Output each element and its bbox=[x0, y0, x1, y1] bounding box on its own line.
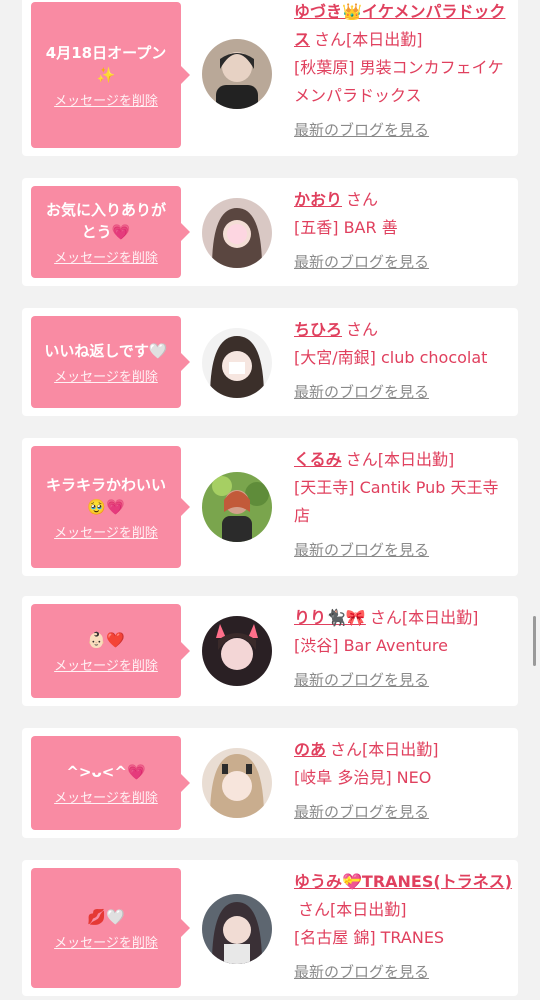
name-link[interactable]: ちひろ bbox=[294, 320, 342, 339]
message-bubble: 4月18日オープン✨ メッセージを削除 bbox=[31, 2, 190, 148]
shift-badge: [本日出勤] bbox=[377, 450, 455, 469]
honorific: さん bbox=[298, 900, 331, 919]
name-link[interactable]: りり🐈‍⬛🎀 bbox=[294, 608, 366, 627]
blog-link[interactable]: 最新のブログを見る bbox=[294, 116, 514, 144]
shift-badge: [本日出勤] bbox=[330, 900, 407, 919]
delete-message-link[interactable]: メッセージを削除 bbox=[54, 655, 158, 674]
name-link[interactable]: ゆうみ💝TRANES(トラネス) bbox=[294, 872, 512, 891]
delete-message-link[interactable]: メッセージを削除 bbox=[54, 247, 158, 266]
blog-link[interactable]: 最新のブログを見る bbox=[294, 798, 514, 826]
shop-label: [岐阜 多治見] NEO bbox=[294, 768, 432, 787]
message-card: ^>ᴗ<^💗 メッセージを削除 のあ さん[本日出勤] [岐阜 多治見] NEO … bbox=[22, 728, 518, 838]
honorific: さん bbox=[346, 190, 379, 209]
message-text: キラキラかわいい🥹💗 bbox=[45, 475, 166, 516]
delete-message-link[interactable]: メッセージを削除 bbox=[54, 90, 158, 109]
message-bubble: ^>ᴗ<^💗 メッセージを削除 bbox=[31, 736, 190, 830]
avatar[interactable] bbox=[202, 616, 272, 686]
shop-label: [名古屋 錦] TRANES bbox=[294, 928, 445, 947]
honorific: さん bbox=[330, 740, 363, 759]
info-block: ちひろ さん [大宮/南銀] club chocolat 最新のブログを見る bbox=[294, 316, 514, 406]
honorific: さん bbox=[346, 320, 379, 339]
info-block: くるみ さん[本日出勤] [天王寺] Cantik Pub 天王寺店 最新のブログ… bbox=[294, 446, 514, 564]
shift-badge: [本日出勤] bbox=[346, 30, 423, 49]
blog-link[interactable]: 最新のブログを見る bbox=[294, 958, 514, 986]
scrollbar[interactable] bbox=[533, 616, 536, 666]
info-block: ゆうみ💝TRANES(トラネス)さん[本日出勤] [名古屋 錦] TRANES … bbox=[294, 868, 514, 986]
avatar[interactable] bbox=[202, 198, 272, 268]
shop-label: [五香] BAR 善 bbox=[294, 218, 398, 237]
avatar[interactable] bbox=[202, 894, 272, 964]
info-block: ゆづき👑イケメンパラドックス さん[本日出勤] [秋葉原] 男装コンカフェイケメン… bbox=[294, 0, 514, 144]
shop-label: [秋葉原] 男装コンカフェイケメンパラドックス bbox=[294, 58, 504, 105]
blog-link[interactable]: 最新のブログを見る bbox=[294, 666, 514, 694]
shop-label: [大宮/南銀] club chocolat bbox=[294, 348, 488, 367]
message-bubble: お気に入りありがとう💗 メッセージを削除 bbox=[31, 186, 190, 278]
message-text: お気に入りありがとう💗 bbox=[45, 200, 166, 241]
name-link[interactable]: くるみ bbox=[294, 450, 342, 469]
shift-badge: [本日出勤] bbox=[401, 608, 479, 627]
name-link[interactable]: のあ bbox=[294, 740, 326, 759]
honorific: さん bbox=[369, 608, 402, 627]
info-block: かおり さん [五香] BAR 善 最新のブログを見る bbox=[294, 186, 514, 276]
shop-label: [渋谷] Bar Aventure bbox=[294, 636, 448, 655]
info-block: のあ さん[本日出勤] [岐阜 多治見] NEO 最新のブログを見る bbox=[294, 736, 514, 826]
message-card: いいね返しです🤍 メッセージを削除 ちひろ さん [大宮/南銀] club cho… bbox=[22, 308, 518, 416]
message-card: キラキラかわいい🥹💗 メッセージを削除 くるみ さん[本日出勤] [天王寺] Ca… bbox=[22, 438, 518, 576]
message-text: ^>ᴗ<^💗 bbox=[66, 762, 146, 781]
delete-message-link[interactable]: メッセージを削除 bbox=[54, 522, 158, 541]
delete-message-link[interactable]: メッセージを削除 bbox=[54, 932, 158, 951]
message-text: 👶🏻❤️ bbox=[87, 630, 125, 649]
shift-badge: [本日出勤] bbox=[362, 740, 439, 759]
honorific: さん bbox=[314, 30, 347, 49]
info-block: りり🐈‍⬛🎀 さん[本日出勤] [渋谷] Bar Aventure 最新のブログを… bbox=[294, 604, 514, 694]
honorific: さん bbox=[345, 450, 378, 469]
avatar[interactable] bbox=[202, 472, 272, 542]
message-bubble: いいね返しです🤍 メッセージを削除 bbox=[31, 316, 190, 408]
delete-message-link[interactable]: メッセージを削除 bbox=[54, 366, 158, 385]
name-link[interactable]: かおり bbox=[294, 190, 342, 209]
delete-message-link[interactable]: メッセージを削除 bbox=[54, 787, 158, 806]
message-bubble: キラキラかわいい🥹💗 メッセージを削除 bbox=[31, 446, 190, 568]
message-bubble: 💋🤍 メッセージを削除 bbox=[31, 868, 190, 988]
message-card: 💋🤍 メッセージを削除 ゆうみ💝TRANES(トラネス) さん[本日出勤] [名古… bbox=[22, 860, 518, 996]
blog-link[interactable]: 最新のブログを見る bbox=[294, 378, 514, 406]
blog-link[interactable]: 最新のブログを見る bbox=[294, 536, 514, 564]
message-text: 💋🤍 bbox=[87, 907, 125, 926]
message-card: 👶🏻❤️ メッセージを削除 りり🐈‍⬛🎀 さん[本日出勤] [渋谷] Bar Av… bbox=[22, 596, 518, 706]
message-card: お気に入りありがとう💗 メッセージを削除 かおり さん [五香] BAR 善 最新… bbox=[22, 178, 518, 286]
message-text: 4月18日オープン✨ bbox=[45, 43, 167, 84]
avatar[interactable] bbox=[202, 39, 272, 109]
message-text: いいね返しです🤍 bbox=[44, 341, 168, 360]
avatar[interactable] bbox=[202, 328, 272, 398]
avatar[interactable] bbox=[202, 748, 272, 818]
shop-label: [天王寺] Cantik Pub 天王寺店 bbox=[294, 478, 499, 525]
message-card: 4月18日オープン✨ メッセージを削除 ゆづき👑イケメンパラドックス さん[本日出… bbox=[22, 0, 518, 156]
blog-link[interactable]: 最新のブログを見る bbox=[294, 248, 514, 276]
message-bubble: 👶🏻❤️ メッセージを削除 bbox=[31, 604, 190, 698]
